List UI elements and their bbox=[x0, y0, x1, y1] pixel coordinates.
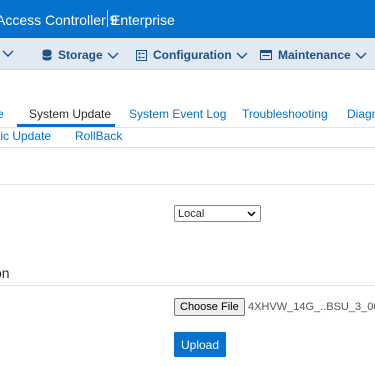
upload-button[interactable]: Upload bbox=[174, 332, 226, 357]
chevron-down-icon bbox=[107, 52, 119, 59]
sub-tab-bar: tic Update RollBack bbox=[0, 128, 375, 148]
choose-file-button[interactable]: Choose File bbox=[174, 298, 245, 316]
app-edition: Enterprise bbox=[111, 12, 175, 28]
app-header: Access Controller 9 Enterprise bbox=[0, 0, 375, 38]
menu-item-label: Configuration bbox=[153, 48, 232, 62]
menu-item-storage[interactable]: Storage bbox=[42, 48, 119, 62]
main-menu: Storage Configuration Maintenance bbox=[0, 38, 375, 70]
divider bbox=[0, 184, 375, 185]
divider bbox=[0, 285, 375, 286]
subtab-rollback[interactable]: RollBack bbox=[75, 129, 122, 143]
tab-bar: e System Update System Event Log Trouble… bbox=[0, 100, 375, 128]
menu-item-configuration[interactable]: Configuration bbox=[136, 48, 248, 62]
chevron-down-icon bbox=[355, 52, 367, 59]
title-separator bbox=[107, 10, 108, 27]
menu-item-partial[interactable] bbox=[0, 48, 14, 58]
tab-partial[interactable]: e bbox=[0, 107, 4, 121]
selected-file-name: 4XHVW_14G_..BSU_3_00.p bbox=[248, 301, 375, 313]
chevron-down-icon bbox=[236, 52, 248, 59]
location-select[interactable]: Local bbox=[174, 205, 261, 222]
section-title: on bbox=[0, 265, 10, 281]
chevron-down-icon bbox=[247, 211, 256, 217]
tab-diagnostics[interactable]: Diagn bbox=[347, 107, 375, 121]
tab-system-event-log[interactable]: System Event Log bbox=[129, 107, 226, 121]
location-select-value: Local bbox=[178, 207, 205, 220]
settings-panel-icon bbox=[136, 49, 147, 61]
chevron-down-icon bbox=[2, 50, 14, 57]
database-icon bbox=[42, 49, 52, 61]
menu-item-label: Storage bbox=[58, 48, 103, 62]
menu-item-maintenance[interactable]: Maintenance bbox=[260, 48, 367, 62]
window-icon bbox=[260, 50, 272, 60]
divider bbox=[0, 147, 375, 148]
menu-item-label: Maintenance bbox=[278, 48, 351, 62]
tab-troubleshooting[interactable]: Troubleshooting bbox=[242, 107, 328, 121]
tab-system-update[interactable]: System Update bbox=[29, 107, 111, 121]
app-title: Access Controller 9 bbox=[0, 12, 118, 28]
subtab-automatic-update[interactable]: tic Update bbox=[0, 129, 51, 143]
